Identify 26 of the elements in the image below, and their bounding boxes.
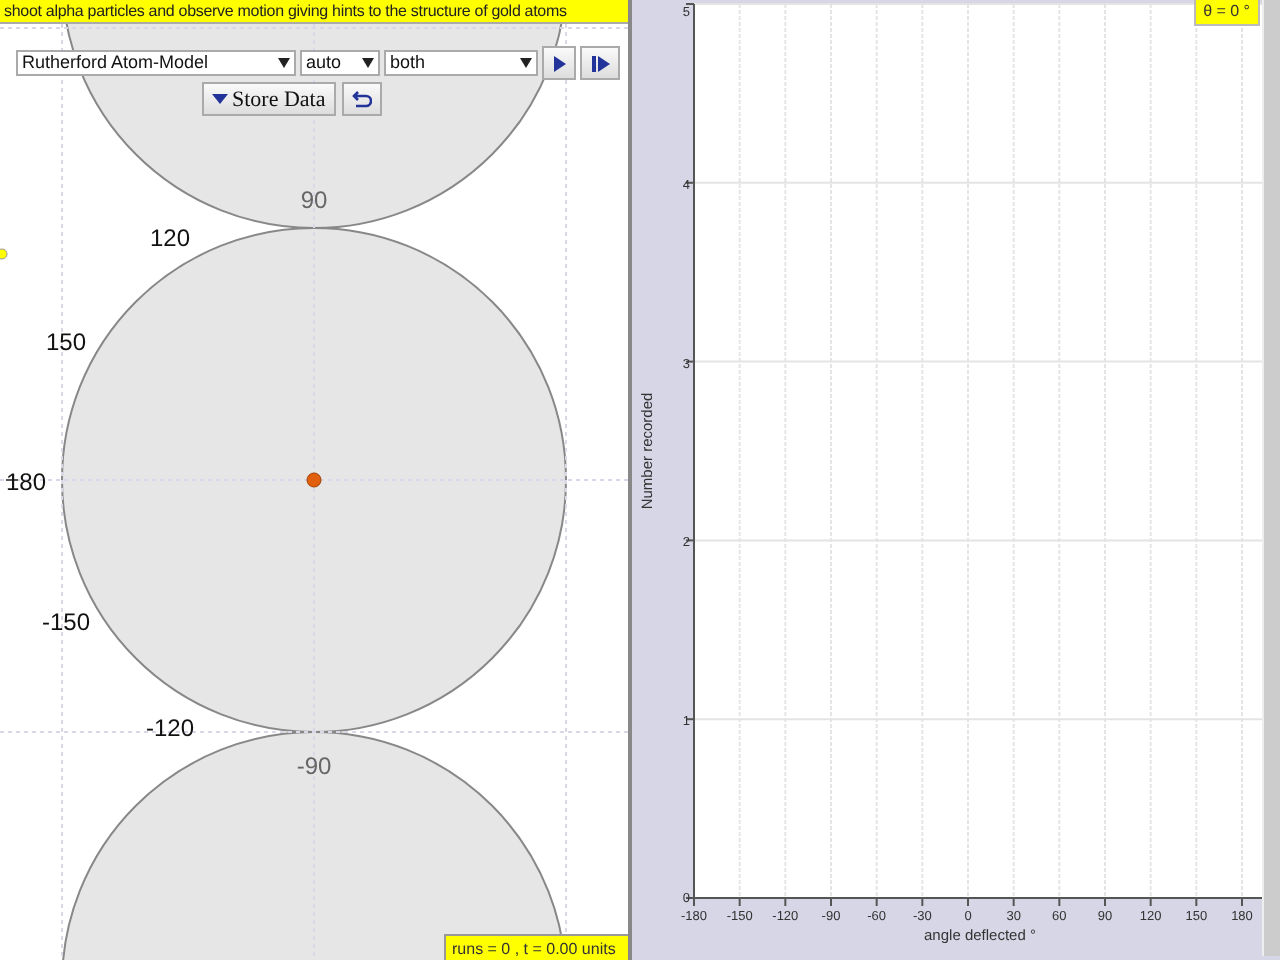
caret-icon xyxy=(520,58,532,68)
caret-icon xyxy=(212,94,228,104)
caret-icon xyxy=(278,58,290,68)
undo-icon xyxy=(351,89,372,109)
view-dropdown[interactable]: both xyxy=(384,50,538,76)
store-data-button[interactable]: Store Data xyxy=(202,82,336,116)
angle-label: 150 xyxy=(45,328,87,356)
nucleus-dot xyxy=(306,472,322,488)
play-icon xyxy=(553,55,565,71)
angle-label: -90 xyxy=(296,752,332,780)
angle-label: -150 xyxy=(41,608,91,636)
angle-readout: θ = 0 ° xyxy=(1193,0,1260,26)
angle-label: 180 xyxy=(5,468,47,496)
description-banner: shoot alpha particles and observe motion giving hints to the structure of gold atoms xyxy=(0,0,628,24)
angle-label: 90 xyxy=(300,186,328,214)
status-label: runs = 0 , t = 0.00 units xyxy=(444,934,628,960)
model-dropdown[interactable]: Rutherford Atom-Model xyxy=(16,50,296,76)
caret-icon xyxy=(362,58,374,68)
mode-dropdown[interactable]: auto xyxy=(300,50,380,76)
step-icon xyxy=(591,55,609,71)
undo-button[interactable] xyxy=(341,82,382,116)
step-button[interactable] xyxy=(580,46,620,80)
scrollbar[interactable] xyxy=(1262,0,1280,956)
angle-label: -120 xyxy=(145,714,195,742)
play-button[interactable] xyxy=(542,46,576,80)
angle-label: 120 xyxy=(149,224,191,252)
